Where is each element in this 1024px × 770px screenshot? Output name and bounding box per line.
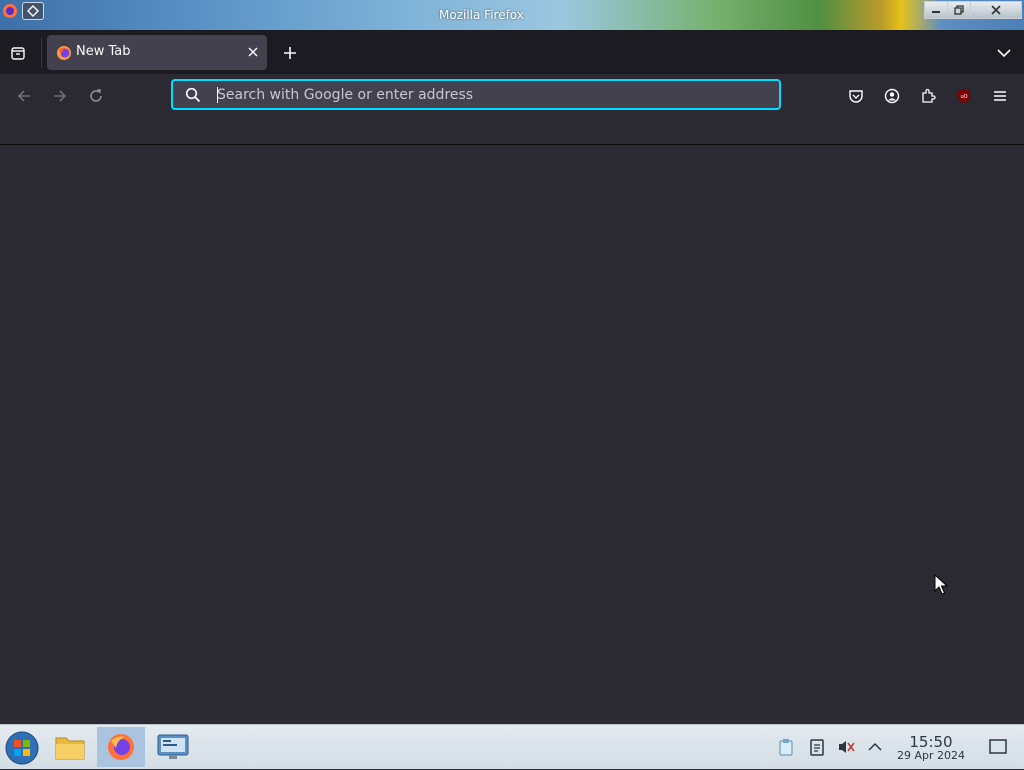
search-icon <box>185 87 201 103</box>
taskbar-file-manager[interactable] <box>46 727 94 767</box>
minimize-icon <box>932 11 940 13</box>
minimize-button[interactable] <box>924 1 948 19</box>
firefox-favicon-icon <box>57 46 71 60</box>
account-icon <box>884 88 900 104</box>
taskbar-system-settings[interactable] <box>149 727 197 767</box>
taskbar: 15:50 29 Apr 2024 <box>0 724 1024 769</box>
list-all-tabs-button[interactable] <box>994 43 1014 63</box>
address-input[interactable] <box>217 83 767 106</box>
firefox-view-button[interactable] <box>8 43 28 63</box>
tray-volume[interactable] <box>836 737 856 757</box>
firefox-icon[interactable] <box>2 3 18 19</box>
firefox-view-icon <box>11 47 25 60</box>
clock-date[interactable]: 29 Apr 2024 <box>889 749 973 762</box>
start-menu-button[interactable] <box>4 730 40 766</box>
mouse-cursor-icon <box>934 574 948 595</box>
plus-icon <box>284 47 296 59</box>
tab-new-tab[interactable]: New Tab <box>47 35 267 70</box>
pocket-icon <box>849 90 863 103</box>
extensions-icon <box>922 88 936 103</box>
notes-icon <box>810 739 824 756</box>
close-tab-button[interactable] <box>245 44 261 60</box>
tab-strip: New Tab <box>0 30 1024 74</box>
window-menu-button[interactable] <box>22 2 44 20</box>
start-orb-icon <box>5 731 39 765</box>
show-desktop-button[interactable] <box>988 737 1008 757</box>
tray-expand-button[interactable] <box>865 737 885 757</box>
tray-notes[interactable] <box>807 737 827 757</box>
hamburger-menu-icon <box>994 91 1006 101</box>
reload-icon <box>90 89 102 102</box>
volume-muted-icon <box>839 741 855 753</box>
new-tab-button[interactable] <box>279 42 301 64</box>
arrow-right-icon <box>54 90 67 102</box>
chevron-down-icon <box>997 49 1011 58</box>
tab-label: New Tab <box>76 44 131 59</box>
extensions-button[interactable] <box>917 85 939 107</box>
firefox-icon <box>108 734 134 760</box>
close-icon <box>248 47 258 57</box>
ublock-origin-icon: uO <box>958 89 970 103</box>
show-desktop-icon <box>989 739 1007 754</box>
back-button[interactable] <box>13 85 35 107</box>
app-menu-button[interactable] <box>989 85 1011 107</box>
url-bar[interactable] <box>171 79 781 110</box>
close-icon <box>991 5 1001 15</box>
arrow-left-icon <box>17 90 30 102</box>
reload-button[interactable] <box>85 85 107 107</box>
folder-icon <box>55 737 85 760</box>
save-to-pocket-button[interactable] <box>845 85 867 107</box>
window-titlebar[interactable]: Mozilla Firefox <box>0 0 1024 31</box>
page-content[interactable] <box>0 145 1024 724</box>
clipboard-icon <box>779 739 793 756</box>
taskbar-firefox[interactable] <box>97 727 145 767</box>
account-button[interactable] <box>881 85 903 107</box>
tray-updates[interactable] <box>776 737 796 757</box>
text-caret <box>217 87 218 103</box>
forward-button[interactable] <box>49 85 71 107</box>
close-window-button[interactable] <box>970 1 1022 19</box>
ublock-origin-button[interactable]: uO <box>953 85 975 107</box>
bookmarks-toolbar-area <box>0 116 1024 145</box>
svg-text:uO: uO <box>960 94 967 100</box>
diamond-icon <box>27 5 39 17</box>
navigation-toolbar: uO <box>0 74 1024 116</box>
restore-icon <box>954 5 964 15</box>
maximize-button[interactable] <box>947 1 971 19</box>
window-title: Mozilla Firefox <box>439 8 524 22</box>
tab-separator <box>41 38 42 68</box>
system-settings-icon <box>157 734 189 759</box>
chevron-up-icon <box>868 742 882 751</box>
